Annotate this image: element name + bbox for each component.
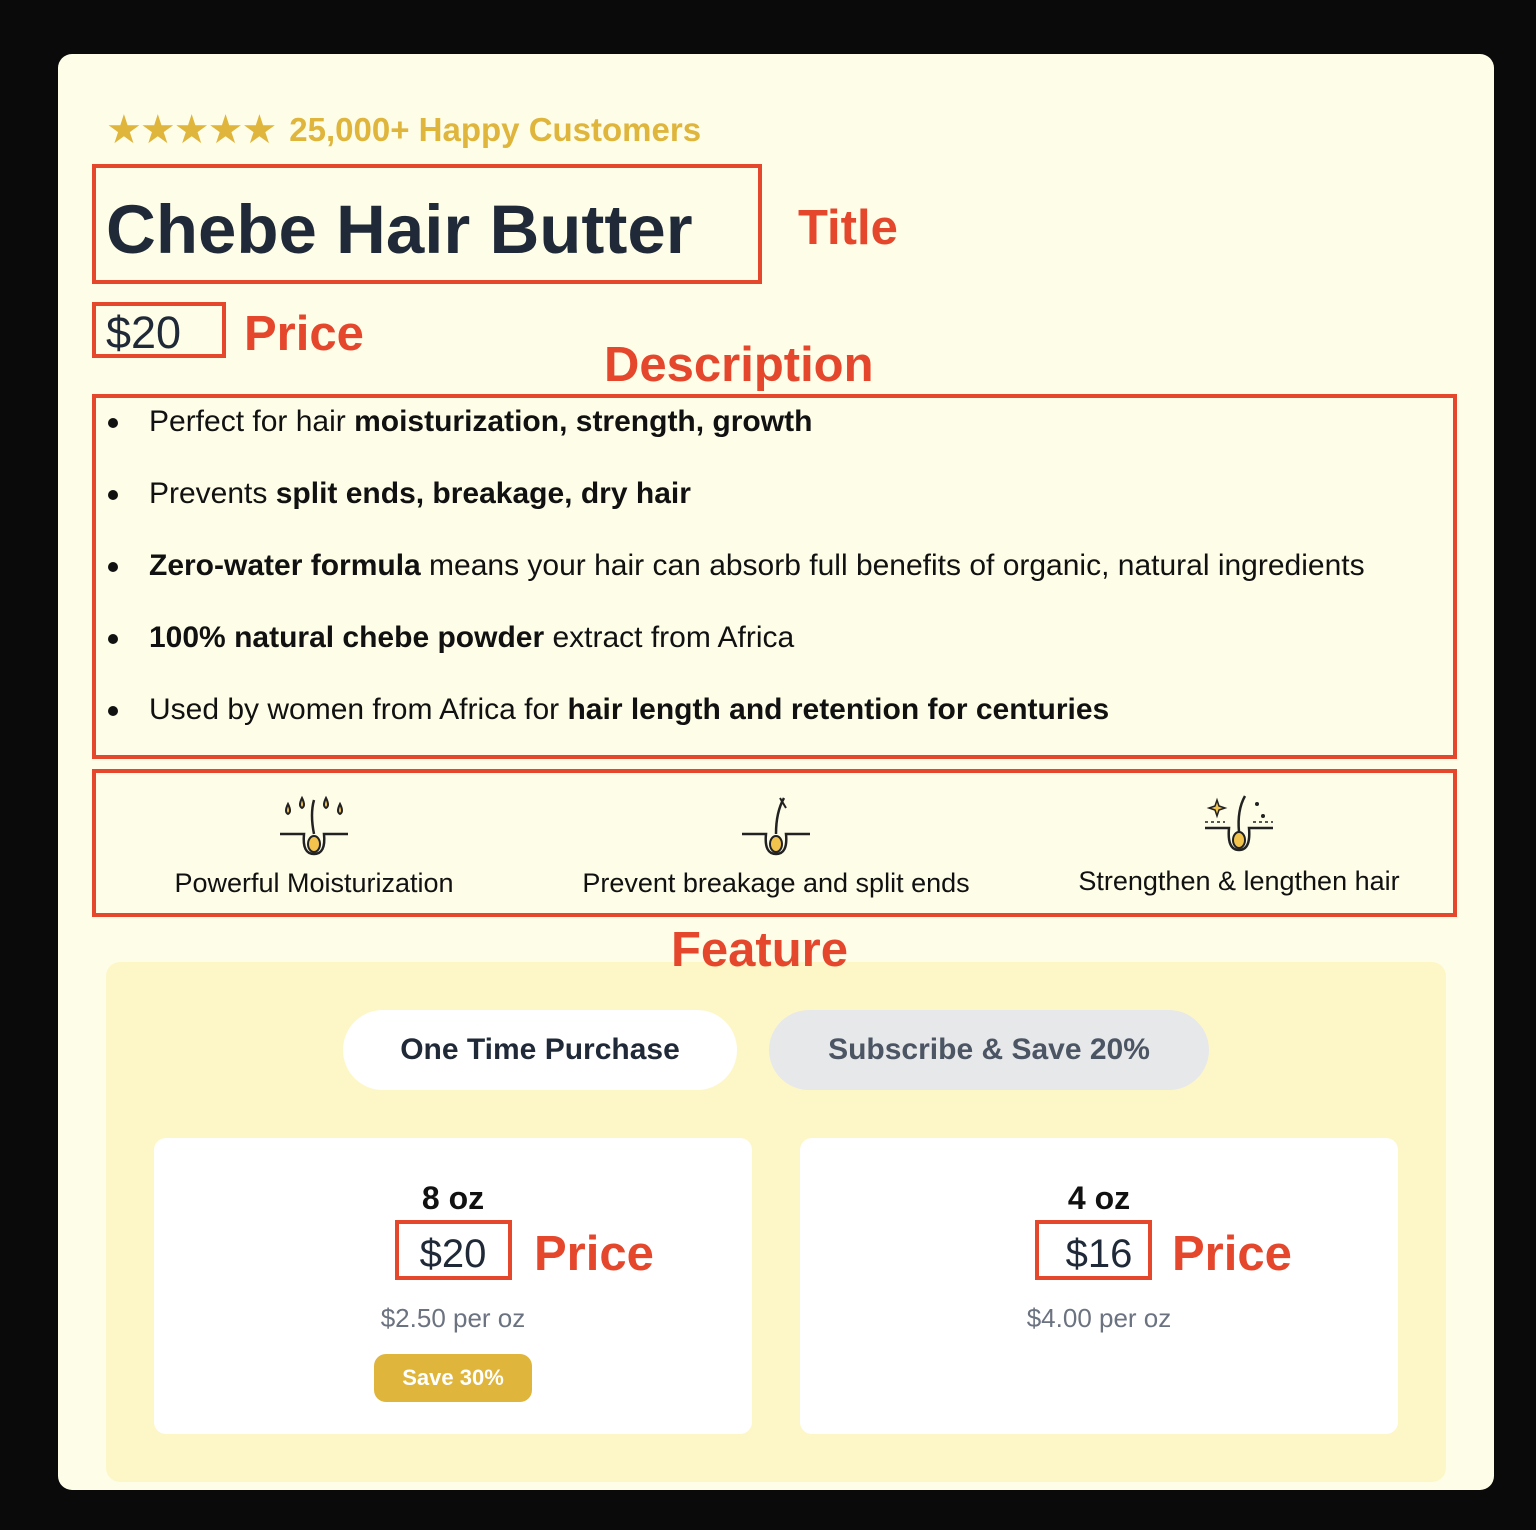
tab-subscribe-save[interactable]: Subscribe & Save 20% [769,1010,1209,1090]
annotation-label-description: Description [604,338,874,392]
customers-count: 25,000+ Happy Customers [289,111,702,148]
size-label: 4 oz [1067,1180,1131,1216]
annotation-label-title: Title [798,201,898,255]
annotation-box-price [1035,1220,1152,1280]
size-label: 8 oz [421,1180,485,1216]
annotation-box-title [92,164,762,284]
annotation-label-price: Price [1172,1227,1292,1281]
annotation-label-price: Price [534,1227,654,1281]
rating-row: ★★★★★ 25,000+ Happy Customers [106,108,701,152]
annotation-label-price: Price [244,307,364,361]
annotation-box-feature [92,769,1457,917]
per-oz-price: $2.50 per oz [380,1303,526,1333]
annotation-box-description [92,394,1457,759]
annotation-box-price [395,1220,512,1280]
tab-one-time-purchase[interactable]: One Time Purchase [343,1010,737,1090]
per-oz-price: $4.00 per oz [1026,1303,1172,1333]
annotation-box-price [92,302,226,358]
save-badge: Save 30% [374,1354,532,1402]
annotation-label-feature: Feature [671,923,849,977]
star-rating-icon: ★★★★★ [106,107,277,153]
